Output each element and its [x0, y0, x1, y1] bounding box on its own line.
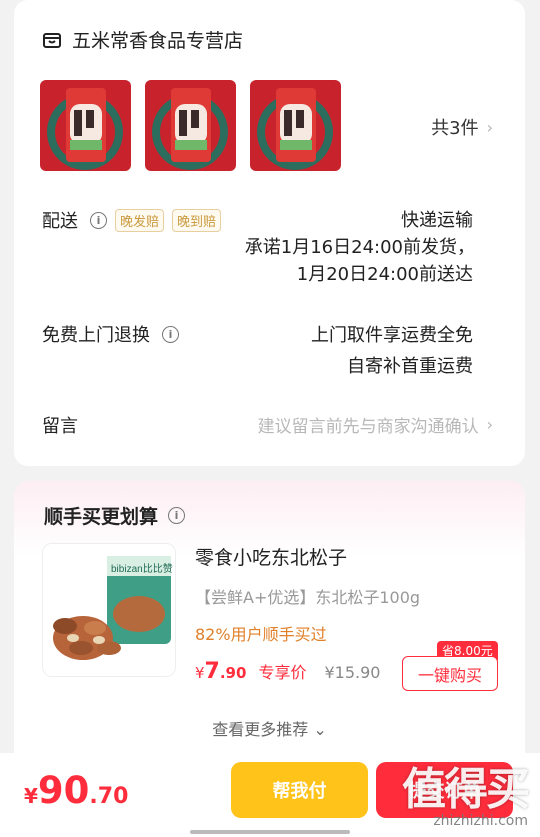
chevron-right-icon: ›	[486, 117, 493, 137]
watermark-logo: 值得买	[402, 764, 530, 815]
rice-bag-thumbnail	[40, 80, 131, 171]
total-dec: .70	[89, 784, 129, 809]
info-icon[interactable]: i	[162, 325, 179, 343]
product-price-row: ¥ 7 .90 专享价 ¥15.90	[195, 659, 380, 684]
info-icon[interactable]: i	[168, 507, 186, 524]
one-click-buy-button[interactable]: 一键购买	[402, 656, 498, 691]
memo-placeholder: 建议留言前先与商家沟通确认	[257, 417, 479, 437]
late-ship-tag: 晚发赔	[115, 208, 165, 232]
bottom-bar: ¥ 90 .70 帮我付 提交订单 值得买 zhizhizhi.com	[0, 753, 540, 837]
total-int: 90	[37, 769, 90, 812]
returns-label: 免费上门退换	[42, 325, 150, 346]
recommend-card: 顺手买更划算 i bibizan比比赞 零食小吃东北松子 【尝鲜A+优选】东北松…	[14, 481, 525, 771]
watermark: 值得买 zhizhizhi.com	[402, 753, 530, 829]
pine-nut-package-image: bibizan比比赞	[43, 544, 175, 676]
rice-bag-thumbnail	[145, 80, 236, 171]
order-card: 五米常香食品专营店 共3件 › 配送 i 晚发赔 晚到赔 快递运输 承诺1月16…	[14, 0, 525, 466]
late-arrive-tag: 晚到赔	[172, 208, 222, 232]
memo-label: 留言	[42, 416, 78, 437]
returns-line-2: 自寄补首重运费	[347, 356, 473, 377]
returns-info: 上门取件享运费全免 自寄补首重运费	[311, 320, 473, 382]
home-indicator[interactable]	[190, 830, 350, 834]
delivery-method: 快递运输	[401, 210, 473, 231]
package-brand-text: bibizan比比赞	[111, 562, 173, 575]
product-name[interactable]: 零食小吃东北松子	[195, 543, 347, 570]
rice-bag-thumbnail	[250, 80, 341, 171]
product-thumbnails[interactable]	[40, 80, 355, 171]
delivery-promise-1: 承诺1月16日24:00前发货，	[244, 237, 475, 258]
info-icon[interactable]: i	[90, 211, 107, 229]
product-social-proof: 82%用户顺手买过	[195, 625, 327, 644]
item-count: 共3件	[431, 118, 479, 139]
total-symbol: ¥	[24, 784, 38, 808]
more-recommend-link[interactable]: 查看更多推荐 ⌄	[14, 716, 525, 740]
delivery-row: 配送 i 晚发赔 晚到赔	[42, 207, 222, 233]
total-price: ¥ 90 .70	[24, 769, 128, 812]
returns-line-1: 上门取件享运费全免	[311, 325, 473, 346]
item-count-link[interactable]: 共3件 ›	[431, 114, 493, 140]
returns-row: 免费上门退换 i	[42, 321, 179, 347]
store-name: 五米常香食品专营店	[72, 30, 244, 52]
help-pay-button[interactable]: 帮我付	[231, 762, 368, 818]
price-symbol: ¥	[195, 664, 205, 682]
price-tag: 专享价	[258, 663, 307, 682]
delivery-label: 配送	[42, 211, 78, 232]
recommend-title: 顺手买更划算	[44, 506, 159, 528]
delivery-promise-2: 1月20日24:00前送达	[296, 264, 473, 285]
memo-input[interactable]: 建议留言前先与商家沟通确认 ›	[258, 412, 493, 437]
store-row[interactable]: 五米常香食品专营店	[42, 26, 243, 53]
store-icon	[43, 32, 61, 48]
price-int: 7	[204, 659, 220, 684]
delivery-info: 快递运输 承诺1月16日24:00前发货， 1月20日24:00前送达	[244, 207, 475, 288]
recommend-title-row: 顺手买更划算 i	[44, 502, 186, 529]
chevron-right-icon: ›	[486, 415, 493, 434]
pine-nut-product-image[interactable]: bibizan比比赞	[42, 543, 176, 677]
price-dec: .90	[219, 664, 247, 682]
product-desc: 【尝鲜A+优选】东北松子100g	[195, 588, 421, 607]
original-price: ¥15.90	[324, 663, 381, 682]
